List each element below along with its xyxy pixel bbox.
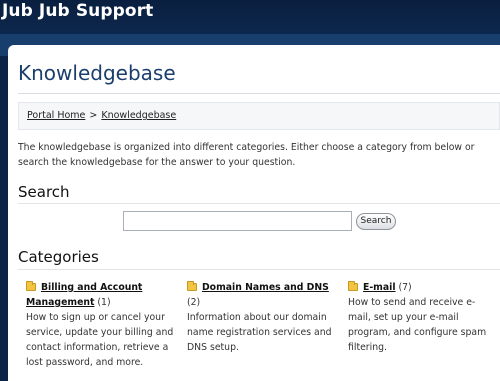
category-domains: Domain Names and DNS (2) Information abo… <box>187 280 337 355</box>
category-count: (2) <box>187 297 201 308</box>
divider <box>18 269 500 270</box>
category-link[interactable]: Billing and Account Management <box>26 282 142 308</box>
breadcrumb-home-link[interactable]: Portal Home <box>27 110 85 121</box>
breadcrumb: Portal Home > Knowledgebase <box>18 102 500 130</box>
intro-text: The knowledgebase is organized into diff… <box>18 142 475 168</box>
search-button[interactable]: Search <box>356 213 396 230</box>
category-count: (1) <box>97 297 111 308</box>
folder-icon <box>348 281 358 291</box>
divider <box>18 93 500 94</box>
search-input[interactable] <box>123 211 352 231</box>
category-description: Information about our domain name regist… <box>187 312 332 353</box>
folder-icon <box>26 281 36 291</box>
category-count: (7) <box>398 282 412 293</box>
categories-heading: Categories <box>18 248 99 266</box>
breadcrumb-current-link[interactable]: Knowledgebase <box>101 110 176 121</box>
category-description: How to send and receive e-mail, set up y… <box>348 297 487 353</box>
breadcrumb-separator: > <box>89 110 98 121</box>
folder-icon <box>187 281 197 291</box>
divider <box>18 203 500 204</box>
category-link[interactable]: Domain Names and DNS <box>202 282 329 293</box>
site-title[interactable]: Jub Jub Support <box>2 1 153 21</box>
category-billing: Billing and Account Management (1) How t… <box>26 280 174 370</box>
category-link[interactable]: E-mail <box>363 282 396 293</box>
search-heading: Search <box>18 183 70 201</box>
page-title: Knowledgebase <box>18 61 176 85</box>
category-description: How to sign up or cancel your service, u… <box>26 312 174 368</box>
category-email: E-mail (7) How to send and receive e-mai… <box>348 280 496 355</box>
